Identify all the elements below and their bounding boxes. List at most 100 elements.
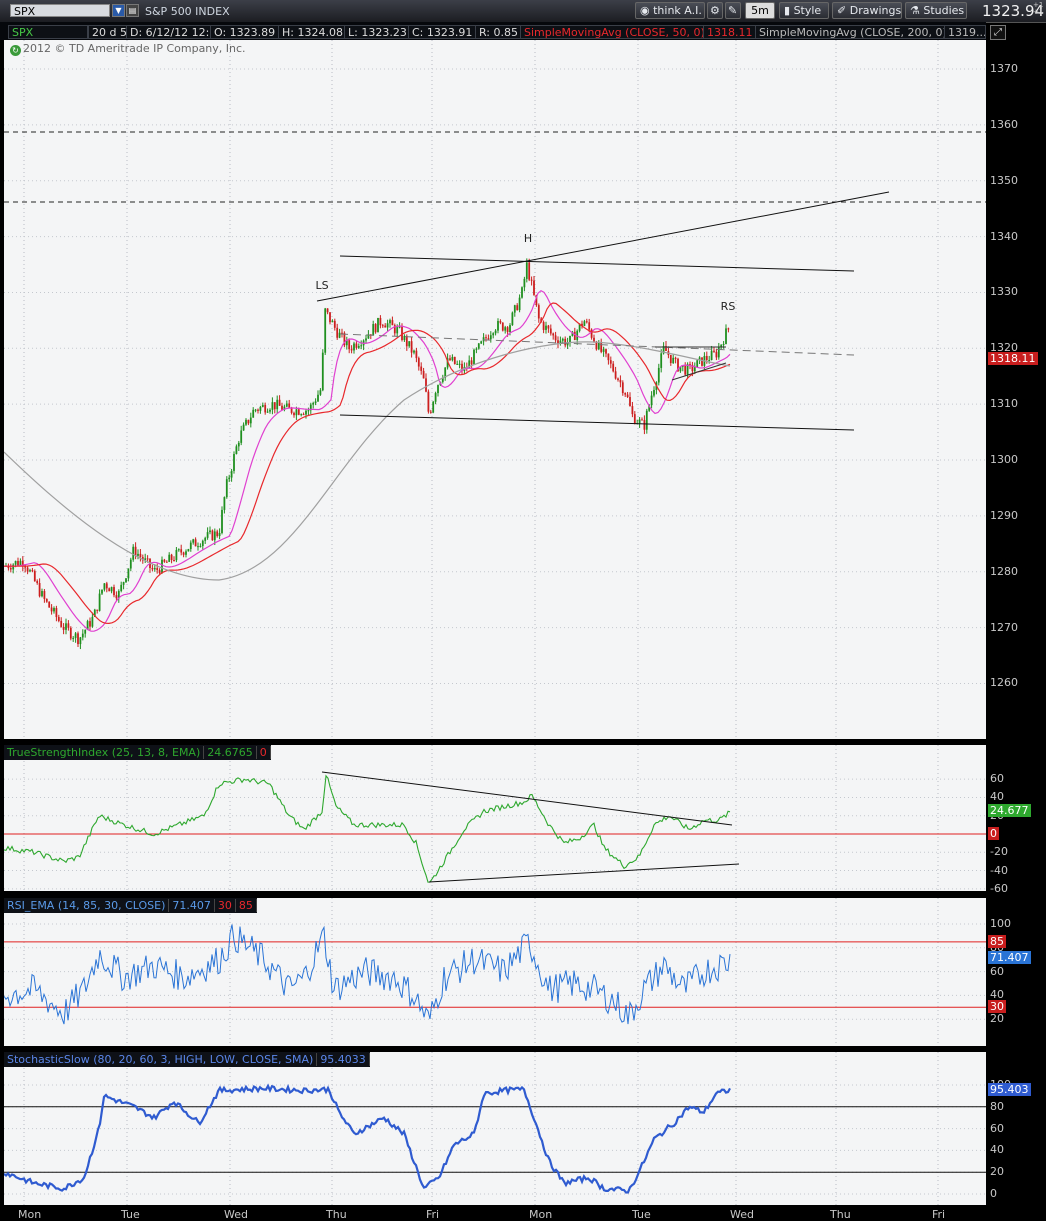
- candle-body: [372, 324, 375, 336]
- price-tick: 1360: [990, 117, 1018, 131]
- upper-channel-line: [339, 255, 855, 272]
- rsi-axis: 100806040208571.40730: [986, 898, 1046, 1046]
- link-icon[interactable]: ▤: [126, 4, 139, 17]
- lower-channel-line: [339, 414, 855, 431]
- candle-body: [518, 297, 521, 311]
- day-label: Thu: [326, 1208, 347, 1221]
- candle-body: [482, 337, 485, 342]
- wrench-icon[interactable]: ✎: [725, 2, 741, 19]
- candle-body: [307, 410, 310, 412]
- candle-body: [624, 393, 627, 395]
- candle-body: [295, 409, 298, 416]
- candle-body: [261, 405, 264, 407]
- rsi-chart: [3, 898, 986, 1046]
- candle-body: [329, 312, 331, 323]
- studies-button[interactable]: ⚗ Studies: [905, 2, 967, 19]
- candle-body: [453, 356, 456, 365]
- candle-body: [74, 633, 77, 638]
- drawings-button[interactable]: ✐ Drawings: [832, 2, 902, 19]
- candle-body: [492, 333, 495, 336]
- candle-body: [693, 367, 696, 372]
- tsi-panel[interactable]: TrueStrengthIndex (25, 13, 8, EMA) 24.676…: [3, 745, 986, 891]
- timeframe-button[interactable]: 5m: [745, 2, 775, 19]
- think-ai-button[interactable]: ◉ think A.I.: [635, 2, 705, 19]
- candle-body: [669, 354, 672, 364]
- candle-body: [660, 353, 663, 368]
- candle-body: [602, 349, 605, 352]
- stoch-panel[interactable]: StochasticSlow (80, 20, 60, 3, HIGH, LOW…: [3, 1052, 986, 1205]
- candle-body: [727, 328, 730, 330]
- candle-body: [223, 497, 226, 510]
- candle-body: [17, 560, 19, 566]
- tsi-tick: 60: [990, 772, 1004, 786]
- candle-body: [163, 559, 166, 562]
- studies-icon: ⚗: [910, 4, 924, 17]
- symbol-dropdown-icon[interactable]: ▼: [112, 4, 125, 17]
- candle-body: [139, 553, 142, 558]
- candle-body: [266, 411, 269, 413]
- day-label: Tue: [632, 1208, 651, 1221]
- candle-body: [530, 279, 533, 281]
- price-tick: 1260: [990, 676, 1018, 690]
- candle-body: [206, 532, 209, 538]
- candle-body: [19, 560, 22, 566]
- candle-body: [96, 609, 99, 611]
- price-change-marks: +1 +1: [1033, 2, 1043, 16]
- copyright-text: 2012 © TD Ameritrade IP Company, Inc.: [23, 42, 246, 55]
- candle-body: [533, 280, 535, 295]
- candle-body: [429, 411, 432, 413]
- candle-body: [516, 305, 519, 311]
- candle-body: [324, 308, 327, 353]
- sma50-label: SimpleMovingAvg (CLOSE, 50, 0): [520, 25, 709, 39]
- sma50-price-tag: 1318.11: [988, 351, 1038, 365]
- price-panel[interactable]: LS H RS: [3, 40, 986, 739]
- candle-body: [288, 403, 291, 408]
- stoch-header: StochasticSlow (80, 20, 60, 3, HIGH, LOW…: [4, 1052, 370, 1067]
- stoch-chart: [3, 1052, 986, 1205]
- candle-body: [612, 363, 615, 372]
- candle-body: [269, 409, 271, 412]
- rsi-panel[interactable]: RSI_EMA (14, 85, 30, CLOSE) 71.407 30 85: [3, 898, 986, 1046]
- candle-body: [696, 360, 699, 368]
- candle-body: [173, 559, 175, 561]
- candle-body: [177, 549, 180, 551]
- tsi-lower-trendline: [428, 863, 740, 883]
- candle-body: [113, 587, 115, 596]
- style-button[interactable]: ▮ Style: [779, 2, 829, 19]
- symbol-input[interactable]: SPX: [10, 4, 110, 18]
- candle-body: [348, 340, 351, 350]
- candle-body: [331, 320, 334, 323]
- candle-body: [65, 623, 67, 630]
- candle-body: [48, 601, 51, 608]
- stoch-line: [3, 1083, 731, 1194]
- candle-body: [57, 617, 60, 621]
- candle-body: [115, 595, 118, 599]
- candle-body: [545, 325, 547, 330]
- candle-body: [506, 327, 509, 333]
- candle-body: [201, 540, 204, 547]
- candle-body: [391, 320, 394, 326]
- expand-chart-icon[interactable]: ⤢: [990, 25, 1006, 40]
- chart-settings-icon[interactable]: ⚙: [707, 2, 723, 19]
- candle-body: [302, 414, 305, 416]
- candle-body: [333, 320, 336, 328]
- candle-body: [552, 333, 555, 336]
- candle-body: [609, 360, 612, 364]
- candle-body: [199, 546, 202, 548]
- candle-body: [319, 390, 322, 395]
- candle-body: [477, 343, 480, 349]
- candle-body: [228, 477, 231, 480]
- stoch-value: 95.4033: [317, 1053, 370, 1066]
- candle-body: [233, 454, 235, 471]
- candle-body: [55, 608, 58, 618]
- candle-body: [475, 348, 478, 350]
- candle-body: [413, 350, 415, 353]
- copyright: ↻ 2012 © TD Ameritrade IP Company, Inc.: [10, 42, 246, 56]
- candle-body: [725, 328, 727, 344]
- candle-body: [67, 623, 70, 628]
- candle-body: [379, 317, 382, 326]
- candle-body: [705, 355, 708, 361]
- candle-body: [31, 570, 34, 572]
- candle-body: [285, 403, 288, 407]
- candle-body: [137, 553, 139, 556]
